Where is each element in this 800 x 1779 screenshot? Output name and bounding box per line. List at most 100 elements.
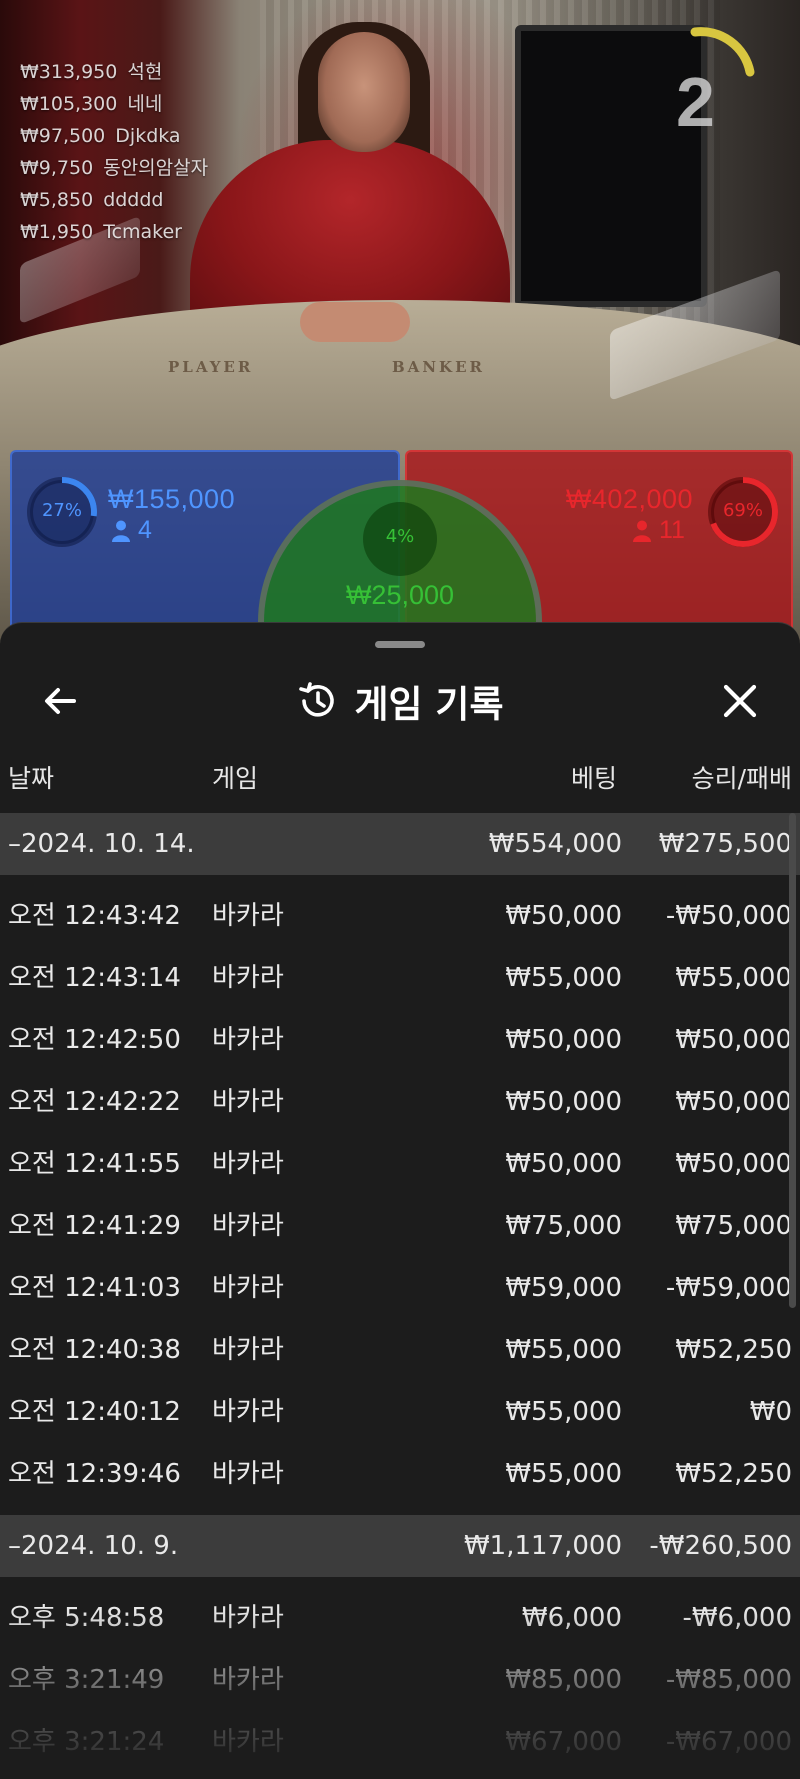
row-time: 오전 12:41:55 xyxy=(8,1149,181,1179)
row-result: -₩85,000 xyxy=(665,1665,792,1695)
leaderboard-amount: ₩5,850 xyxy=(20,189,94,211)
row-result: -₩50,000 xyxy=(665,901,792,931)
tie-percent: 4% xyxy=(385,526,415,547)
leaderboard-row: ₩313,950 석현 xyxy=(20,56,208,88)
group-result-total: ₩275,500 xyxy=(658,829,792,859)
row-game: 바카라 xyxy=(212,1603,284,1633)
player-percent: 27% xyxy=(41,500,82,521)
dealer-hands xyxy=(300,302,410,342)
leaderboard-amount: ₩97,500 xyxy=(20,125,106,147)
table-row[interactable]: 오전 12:42:50 바카라 ₩50,000 ₩50,000 xyxy=(0,1009,800,1071)
row-game: 바카라 xyxy=(212,1665,284,1695)
row-time: 오후 3:21:24 xyxy=(8,1727,165,1757)
row-game: 바카라 xyxy=(212,1459,284,1489)
group-bet-total: ₩554,000 xyxy=(488,829,622,859)
row-result: ₩55,000 xyxy=(675,963,792,993)
banker-bettor-count: 11 xyxy=(659,516,685,544)
row-game: 바카라 xyxy=(212,1025,284,1055)
player-bettor-count: 4 xyxy=(138,516,152,544)
player-bet-total: ₩155,000 xyxy=(108,484,236,514)
history-table: –2024. 10. 14. ₩554,000 ₩275,500 오전 12:43:4… xyxy=(0,813,800,1779)
row-result: ₩0 xyxy=(749,1397,792,1427)
row-time: 오전 12:42:50 xyxy=(8,1025,181,1055)
close-icon xyxy=(723,684,757,718)
table-row[interactable]: 오전 12:41:29 바카라 ₩75,000 ₩75,000 xyxy=(0,1195,800,1257)
tie-bet-total: ₩25,000 xyxy=(345,580,455,610)
table-row[interactable]: 오전 12:41:03 바카라 ₩59,000 -₩59,000 xyxy=(0,1257,800,1319)
countdown-timer: 2 xyxy=(676,63,715,141)
leaderboard-player-name: 석현 xyxy=(127,61,163,83)
scrollbar[interactable] xyxy=(789,813,796,1308)
table-row[interactable]: 오후 5:48:58 바카라 ₩6,000 -₩6,000 xyxy=(0,1587,800,1649)
row-game: 바카라 xyxy=(212,1087,284,1117)
player-count-icon xyxy=(112,520,130,542)
history-icon xyxy=(299,682,335,717)
group-date: –2024. 10. 14. xyxy=(8,829,195,859)
table-row[interactable]: 오전 12:40:38 바카라 ₩55,000 ₩52,250 xyxy=(0,1319,800,1381)
row-result: -₩67,000 xyxy=(665,1727,792,1757)
row-game: 바카라 xyxy=(212,901,284,931)
column-header-date: 날짜 xyxy=(8,764,55,793)
banker-percent: 69% xyxy=(722,500,763,521)
table-row[interactable]: 오후 3:21:24 바카라 ₩67,000 -₩67,000 xyxy=(0,1711,800,1773)
leaderboard-player-name: 동안의암살자 xyxy=(103,157,209,179)
row-time: 오전 12:40:38 xyxy=(8,1335,181,1365)
table-row[interactable]: 오전 12:39:46 바카라 ₩55,000 ₩52,250 xyxy=(0,1443,800,1505)
column-header-bet: 베팅 xyxy=(570,764,617,793)
column-header-result: 승리/패배 xyxy=(691,764,792,793)
date-group-row[interactable]: –2024. 10. 9. ₩1,117,000 -₩260,500 xyxy=(0,1515,800,1577)
close-button[interactable] xyxy=(710,671,770,731)
group-date: –2024. 10. 9. xyxy=(8,1531,179,1561)
drag-handle[interactable] xyxy=(375,641,425,648)
row-time: 오전 12:43:42 xyxy=(8,901,181,931)
table-banker-label: BANKER xyxy=(392,358,485,376)
leaderboard-amount: ₩1,950 xyxy=(20,221,94,243)
leaderboard-amount: ₩9,750 xyxy=(20,157,94,179)
table-player-label: PLAYER xyxy=(168,358,254,376)
row-bet: ₩85,000 xyxy=(505,1665,622,1695)
row-time: 오후 5:48:58 xyxy=(8,1603,165,1633)
leaderboard-player-name: 네네 xyxy=(127,93,163,115)
table-row[interactable]: 오전 12:43:42 바카라 ₩50,000 -₩50,000 xyxy=(0,885,800,947)
date-group-row[interactable]: –2024. 10. 14. ₩554,000 ₩275,500 xyxy=(0,813,800,875)
row-result: -₩59,000 xyxy=(665,1273,792,1303)
row-time: 오후 3:21:49 xyxy=(8,1665,165,1695)
row-result: ₩50,000 xyxy=(675,1149,792,1179)
group-result-total: -₩260,500 xyxy=(649,1531,792,1561)
row-game: 바카라 xyxy=(212,1149,284,1179)
row-bet: ₩6,000 xyxy=(521,1603,622,1633)
row-result: ₩75,000 xyxy=(675,1211,792,1241)
table-row[interactable]: 오전 12:43:14 바카라 ₩55,000 ₩55,000 xyxy=(0,947,800,1009)
leaderboard-row: ₩9,750 동안의암살자 xyxy=(20,152,208,184)
row-bet: ₩55,000 xyxy=(505,1459,622,1489)
table-row[interactable]: 오전 12:42:22 바카라 ₩50,000 ₩50,000 xyxy=(0,1071,800,1133)
leaderboard-player-name: Tcmaker xyxy=(103,221,182,243)
table-row[interactable]: 오전 12:40:12 바카라 ₩55,000 ₩0 xyxy=(0,1381,800,1443)
row-bet: ₩50,000 xyxy=(505,1149,622,1179)
banker-count-icon xyxy=(633,520,651,542)
row-time: 오전 12:41:29 xyxy=(8,1211,181,1241)
row-game: 바카라 xyxy=(212,1397,284,1427)
row-time: 오전 12:43:14 xyxy=(8,963,181,993)
group-bet-total: ₩1,117,000 xyxy=(463,1531,622,1561)
banker-bet-total: ₩402,000 xyxy=(565,484,693,514)
row-bet: ₩59,000 xyxy=(505,1273,622,1303)
row-bet: ₩55,000 xyxy=(505,1397,622,1427)
row-bet: ₩50,000 xyxy=(505,1025,622,1055)
row-result: ₩52,250 xyxy=(675,1459,792,1489)
table-row[interactable]: 오전 12:41:55 바카라 ₩50,000 ₩50,000 xyxy=(0,1133,800,1195)
leaderboard-row: ₩1,950 Tcmaker xyxy=(20,216,208,248)
leaderboard-row: ₩105,300 네네 xyxy=(20,88,208,120)
row-bet: ₩75,000 xyxy=(505,1211,622,1241)
winners-leaderboard: ₩313,950 석현 ₩105,300 네네 ₩97,500 Djkdka ₩9,750 동… xyxy=(20,56,208,248)
row-time: 오전 12:41:03 xyxy=(8,1273,181,1303)
row-time: 오전 12:42:22 xyxy=(8,1087,181,1117)
row-game: 바카라 xyxy=(212,1335,284,1365)
row-game: 바카라 xyxy=(212,1273,284,1303)
leaderboard-player-name: Djkdka xyxy=(115,125,181,147)
table-row[interactable]: 오후 3:21:49 바카라 ₩85,000 -₩85,000 xyxy=(0,1649,800,1711)
row-bet: ₩67,000 xyxy=(505,1727,622,1757)
row-bet: ₩50,000 xyxy=(505,1087,622,1117)
leaderboard-row: ₩97,500 Djkdka xyxy=(20,120,208,152)
sheet-title: 게임 기록 xyxy=(354,683,504,726)
